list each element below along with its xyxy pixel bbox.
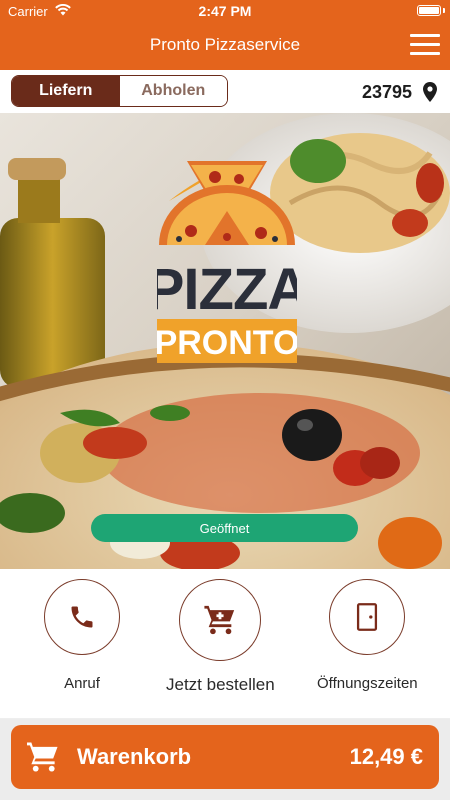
opening-hours-label: Öffnungszeiten (317, 675, 418, 692)
pizza-pronto-logo: PIZZA PRONTO (157, 161, 297, 363)
quick-actions: Anruf Jetzt bestellen Öffnungszeiten (0, 569, 450, 719)
opening-hours-button[interactable] (329, 579, 406, 655)
status-time: 2:47 PM (198, 3, 252, 19)
order-mode-bar: Liefern Abholen 23795 (0, 70, 450, 113)
cart-total: 12,49 € (349, 744, 423, 769)
page-title: Pronto Pizzaservice (149, 35, 301, 54)
zip-code[interactable]: 23795 (362, 82, 412, 103)
order-now-label: Jetzt bestellen (166, 675, 275, 694)
cart-bar: Warenkorb 12,49 € (0, 719, 450, 800)
status-bar: Carrier 2:47 PM (0, 0, 450, 22)
map-pin-icon[interactable] (423, 82, 437, 102)
call-button[interactable] (44, 579, 120, 655)
call-label: Anruf (64, 675, 100, 692)
cart-label: Warenkorb (77, 744, 192, 769)
hero-image: PIZZA PRONTO Geöffnet (0, 113, 450, 569)
order-now-action[interactable]: Jetzt bestellen (166, 579, 275, 695)
hamburger-menu-icon[interactable] (410, 34, 440, 56)
cart-button[interactable]: Warenkorb 12,49 € (11, 725, 439, 789)
order-now-button[interactable] (179, 579, 262, 661)
pickup-option[interactable]: Abholen (119, 76, 227, 106)
call-action[interactable]: Anruf (44, 579, 120, 692)
shopping-cart-icon (27, 742, 58, 772)
door-icon (357, 603, 378, 631)
order-mode-toggle: Liefern Abholen (11, 75, 228, 107)
opening-hours-action[interactable]: Öffnungszeiten (317, 579, 418, 692)
delivery-option[interactable]: Liefern (12, 76, 120, 106)
open-status-badge[interactable]: Geöffnet (91, 514, 358, 542)
shopping-cart-icon (204, 605, 235, 635)
battery-cap (443, 8, 445, 13)
logo-word-pronto: PRONTO (157, 324, 297, 362)
phone-icon (71, 606, 93, 628)
header: Carrier 2:47 PM Pronto Pizzaservice (0, 0, 450, 70)
logo-word-pizza: PIZZA (157, 257, 297, 322)
battery-icon (417, 5, 441, 16)
